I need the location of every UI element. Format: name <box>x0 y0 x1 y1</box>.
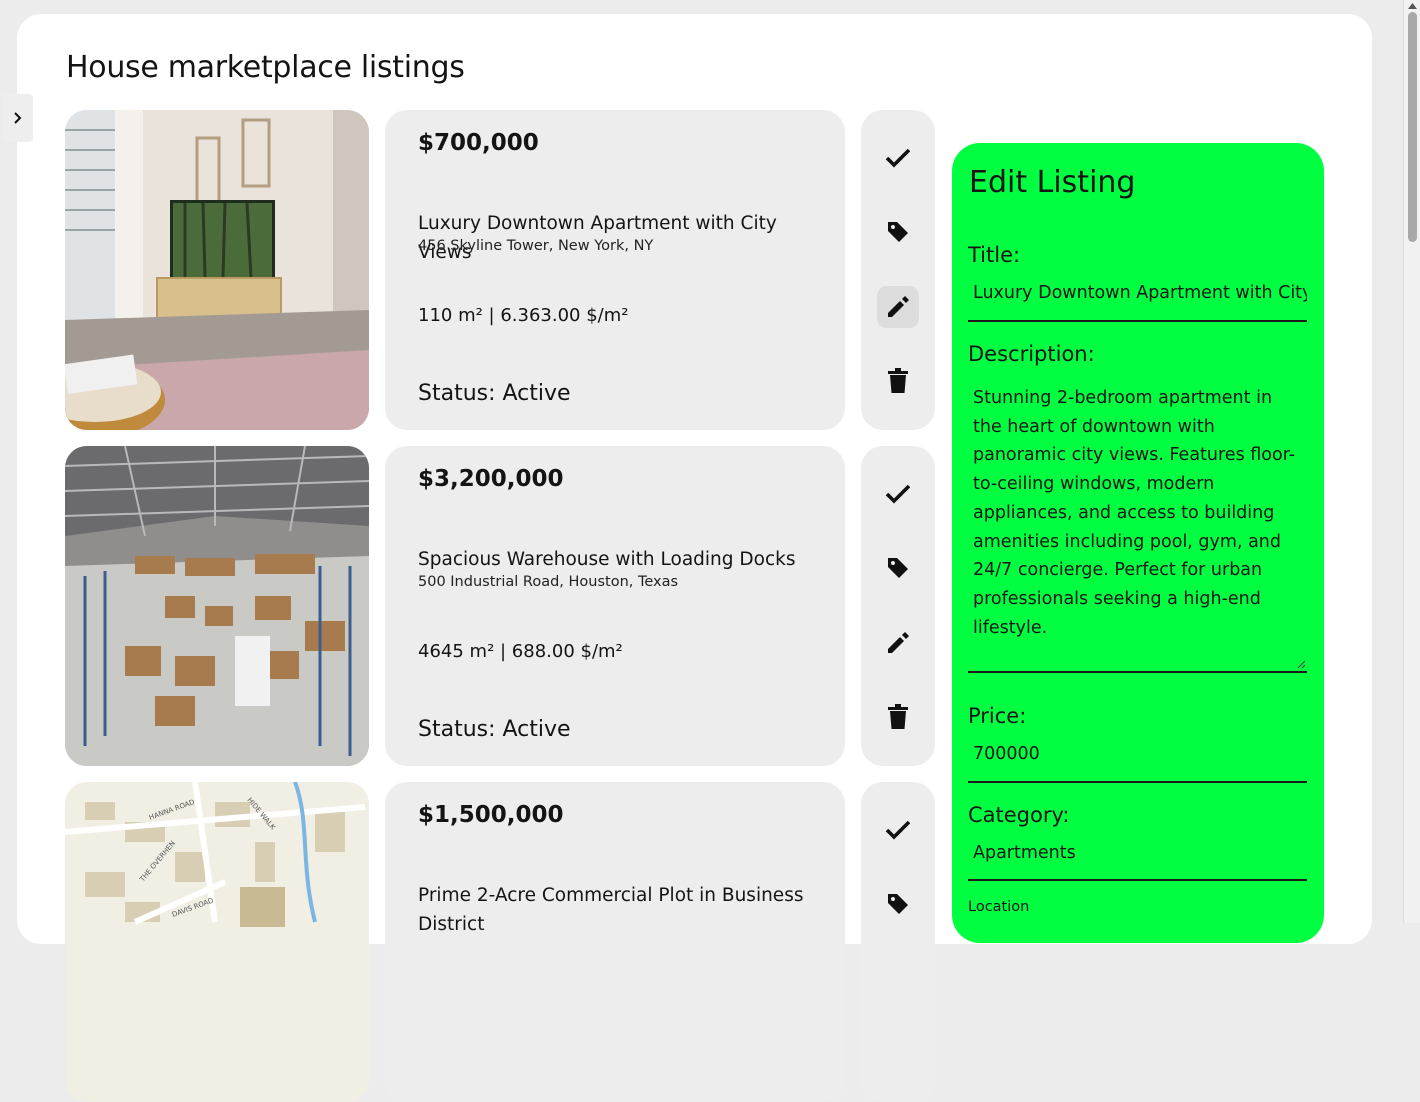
price-input[interactable]: 700000 <box>968 744 1307 783</box>
delete-button[interactable] <box>877 696 919 738</box>
description-text: Stunning 2-bedroom apartment in the hear… <box>973 388 1296 638</box>
approve-button[interactable] <box>877 473 919 515</box>
listing-card[interactable]: $1,500,000 Prime 2-Acre Commercial Plot … <box>385 782 845 1102</box>
listing-card[interactable]: $700,000 Luxury Downtown Apartment with … <box>385 110 845 430</box>
approve-button[interactable] <box>877 809 919 851</box>
page-title: House marketplace listings <box>66 50 465 85</box>
listing-image-apartment[interactable] <box>65 110 369 430</box>
price-label: Price: <box>968 704 1027 728</box>
checkmark-icon <box>885 484 911 504</box>
tag-button[interactable] <box>877 211 919 253</box>
listing-price: $700,000 <box>418 130 539 156</box>
resize-handle-icon[interactable] <box>1296 659 1306 669</box>
listing-area: 4645 m² | 688.00 $/m² <box>418 641 623 662</box>
listing-price: $3,200,000 <box>418 466 564 492</box>
checkmark-icon <box>885 148 911 168</box>
category-label: Category: <box>968 803 1070 827</box>
listing-card[interactable]: $3,200,000 Spacious Warehouse with Loadi… <box>385 446 845 766</box>
tag-icon <box>888 894 908 914</box>
listing-address: 456 Skyline Tower, New York, NY <box>418 238 654 254</box>
description-textarea[interactable]: Stunning 2-bedroom apartment in the hear… <box>968 384 1307 673</box>
listing-address: 500 Industrial Road, Houston, Texas <box>418 574 679 590</box>
listing-actions <box>861 446 935 766</box>
listing-area: 110 m² | 6.363.00 $/m² <box>418 305 629 326</box>
trash-icon <box>888 368 908 393</box>
listing-image-map[interactable]: HANNA ROAD THE OVERHEN DAVIS ROAD HIDE W… <box>65 782 369 1102</box>
listing-title: Prime 2-Acre Commercial Plot in Business… <box>418 885 804 935</box>
listing-actions <box>861 782 935 1102</box>
description-label: Description: <box>968 342 1095 366</box>
chevron-right-icon <box>14 112 22 124</box>
pencil-icon <box>888 632 909 653</box>
edit-button[interactable] <box>877 622 919 664</box>
listing-status: Status: Active <box>418 717 571 742</box>
location-label: Location <box>968 899 1030 915</box>
listing-image-warehouse[interactable] <box>65 446 369 766</box>
pencil-icon <box>888 296 909 317</box>
category-input[interactable]: Apartments <box>968 843 1307 881</box>
trash-icon <box>888 704 908 729</box>
title-input[interactable]: Luxury Downtown Apartment with City View… <box>968 283 1307 322</box>
edit-panel-heading: Edit Listing <box>969 165 1136 200</box>
page-scrollbar[interactable] <box>1403 0 1420 923</box>
edit-listing-panel: Edit Listing Title: Luxury Downtown Apar… <box>952 143 1324 943</box>
approve-button[interactable] <box>877 137 919 179</box>
listing-title: Spacious Warehouse with Loading Docks <box>418 549 796 570</box>
delete-button[interactable] <box>877 360 919 402</box>
listing-price: $1,500,000 <box>418 802 564 828</box>
listing-status: Status: Active <box>418 381 571 406</box>
checkmark-icon <box>885 820 911 840</box>
tag-icon <box>888 222 908 242</box>
listing-actions <box>861 110 935 430</box>
sidebar-toggle-button[interactable] <box>3 94 33 142</box>
edit-button[interactable] <box>877 286 919 328</box>
tag-button[interactable] <box>877 883 919 925</box>
scrollbar-thumb[interactable] <box>1408 12 1417 242</box>
tag-button[interactable] <box>877 547 919 589</box>
tag-icon <box>888 558 908 578</box>
title-label: Title: <box>968 243 1021 267</box>
scroll-up-arrow-icon[interactable] <box>1408 3 1417 9</box>
